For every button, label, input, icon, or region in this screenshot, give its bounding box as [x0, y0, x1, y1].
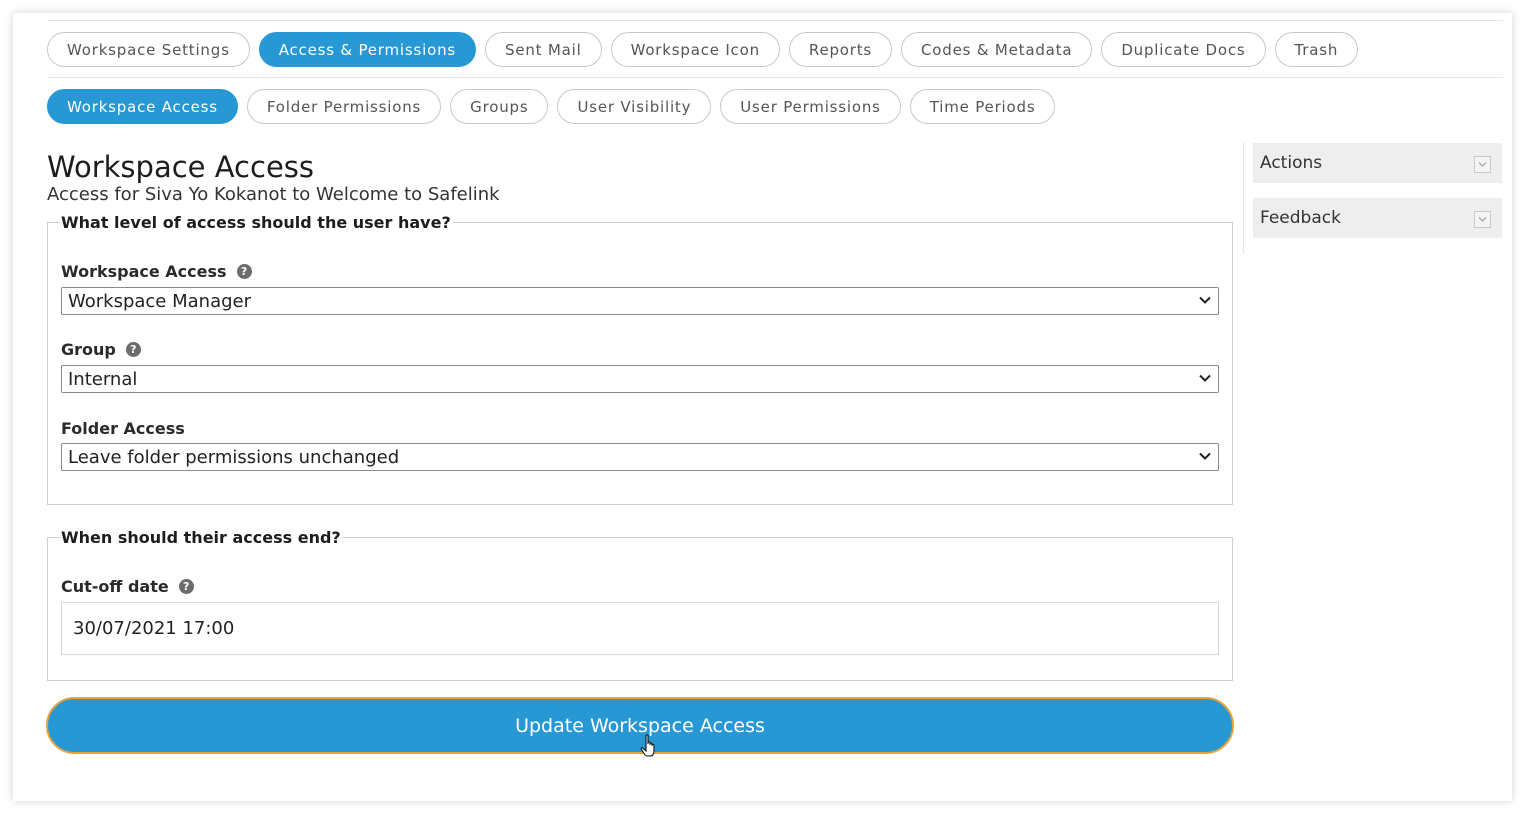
top-tabs: Workspace Settings Access & Permissions … [47, 32, 1359, 67]
cutoff-date-input[interactable]: 30/07/2021 17:00 [61, 602, 1219, 655]
workspace-access-select[interactable]: Workspace Manager [61, 287, 1219, 315]
tab-duplicate-docs[interactable]: Duplicate Docs [1101, 32, 1266, 67]
divider [47, 20, 1503, 21]
tab-sent-mail[interactable]: Sent Mail [485, 32, 602, 67]
subtab-user-permissions[interactable]: User Permissions [720, 89, 901, 124]
group-select[interactable]: Internal [61, 365, 1219, 393]
page-subtitle: Access for Siva Yo Kokanot to Welcome to… [47, 184, 500, 205]
tab-reports[interactable]: Reports [788, 32, 893, 67]
subtab-user-visibility[interactable]: User Visibility [557, 89, 712, 124]
subtab-groups[interactable]: Groups [450, 89, 549, 124]
cutoff-date-label: Cut-off date ? [61, 577, 194, 596]
feedback-panel[interactable]: Feedback [1253, 198, 1502, 238]
access-end-fieldset: When should their access end? Cut-off da… [47, 528, 1233, 681]
chevron-down-icon [1478, 162, 1487, 167]
folder-access-select[interactable]: Leave folder permissions unchanged [61, 443, 1219, 471]
access-level-legend: What level of access should the user hav… [61, 213, 453, 232]
workspace-access-label: Workspace Access ? [61, 262, 252, 281]
chevron-down-icon [1199, 374, 1211, 382]
expand-toggle-icon[interactable] [1474, 211, 1491, 228]
access-end-legend: When should their access end? [61, 528, 343, 547]
hand-cursor-icon [640, 734, 655, 757]
sidebar-divider [1243, 142, 1244, 254]
subtab-time-periods[interactable]: Time Periods [909, 89, 1056, 124]
help-icon[interactable]: ? [236, 264, 252, 279]
tab-codes-metadata[interactable]: Codes & Metadata [901, 32, 1093, 67]
tab-trash[interactable]: Trash [1274, 32, 1359, 67]
page-header: Workspace Access Access for Siva Yo Koka… [47, 150, 1233, 205]
tab-workspace-icon[interactable]: Workspace Icon [610, 32, 780, 67]
divider [47, 77, 1503, 78]
tab-workspace-settings[interactable]: Workspace Settings [47, 32, 250, 67]
tab-access-permissions[interactable]: Access & Permissions [258, 32, 476, 67]
help-icon[interactable]: ? [125, 342, 141, 357]
subtab-workspace-access[interactable]: Workspace Access [47, 89, 238, 124]
access-level-fieldset: What level of access should the user hav… [47, 213, 1233, 505]
expand-toggle-icon[interactable] [1474, 156, 1491, 173]
chevron-down-icon [1199, 452, 1211, 460]
folder-access-label: Folder Access [61, 419, 185, 438]
group-label: Group ? [61, 340, 141, 359]
subtab-folder-permissions[interactable]: Folder Permissions [246, 89, 442, 124]
chevron-down-icon [1478, 217, 1487, 222]
chevron-down-icon [1199, 296, 1211, 304]
actions-panel[interactable]: Actions [1253, 143, 1502, 183]
page-title: Workspace Access [47, 150, 315, 184]
sub-tabs: Workspace Access Folder Permissions Grou… [47, 89, 1056, 124]
help-icon[interactable]: ? [178, 579, 194, 594]
